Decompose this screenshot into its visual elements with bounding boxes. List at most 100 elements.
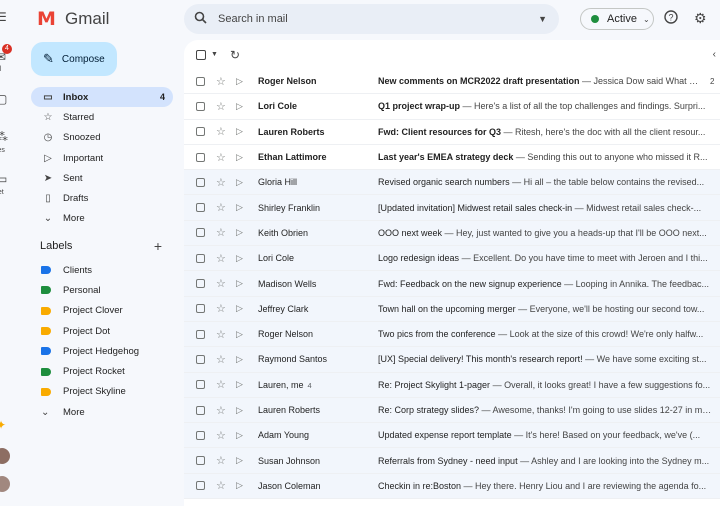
- important-icon[interactable]: ▷: [236, 278, 248, 289]
- rail-label-spaces[interactable]: ces: [0, 147, 5, 154]
- email-row[interactable]: ☆ ▷ Gloria Hill Revised organic search numb…: [184, 170, 720, 196]
- star-icon[interactable]: ☆: [216, 252, 228, 265]
- star-icon[interactable]: ☆: [216, 100, 228, 113]
- star-icon[interactable]: ☆: [216, 277, 228, 290]
- email-row[interactable]: ☆ ▷ Susan Johnson Referrals from Sydney - n…: [184, 448, 720, 474]
- search-icon[interactable]: [194, 11, 210, 27]
- email-row[interactable]: ☆ ▷ Keith Obrien OOO next week — Hey, just …: [184, 220, 720, 247]
- email-row[interactable]: ☆ ▷ Adam Young Updated expense report templ…: [184, 423, 720, 449]
- select-options-icon[interactable]: ▼: [211, 51, 218, 58]
- sidebar-item-drafts[interactable]: ▯ Drafts: [31, 188, 173, 208]
- email-row[interactable]: ☆ ▷ Ethan Lattimore Last year's EMEA strate…: [184, 145, 720, 171]
- label-item-project-rocket[interactable]: Project Rocket: [31, 361, 173, 381]
- email-row[interactable]: ☆ ▷ Lauren, me 4 Re: Project Skylight 1-page…: [184, 372, 720, 398]
- row-checkbox[interactable]: [196, 405, 205, 415]
- help-icon[interactable]: ?: [664, 10, 678, 27]
- menu-icon[interactable]: ☰: [0, 10, 14, 24]
- row-checkbox[interactable]: [196, 329, 205, 339]
- row-checkbox[interactable]: [196, 304, 205, 314]
- rail-label-mail[interactable]: ail: [0, 66, 1, 73]
- important-icon[interactable]: ▷: [236, 354, 248, 365]
- star-icon[interactable]: ☆: [216, 429, 228, 442]
- row-checkbox[interactable]: [196, 253, 205, 263]
- search-input[interactable]: Search in mail: [218, 13, 538, 25]
- star-icon[interactable]: ☆: [216, 378, 228, 391]
- search-bar[interactable]: Search in mail ▼: [184, 4, 559, 34]
- important-icon[interactable]: ▷: [236, 227, 248, 238]
- search-options-icon[interactable]: ▼: [538, 14, 547, 24]
- important-icon[interactable]: ▷: [236, 76, 248, 87]
- avatar[interactable]: [0, 476, 10, 492]
- spaces-icon[interactable]: ⁂: [0, 130, 14, 144]
- email-row[interactable]: ☆ ▷ Madison Wells Fwd: Feedback on the new …: [184, 271, 720, 297]
- row-checkbox[interactable]: [196, 76, 205, 86]
- gmail-logo[interactable]: M Gmail: [37, 8, 109, 30]
- star-icon[interactable]: ☆: [216, 353, 228, 366]
- row-checkbox[interactable]: [196, 279, 205, 289]
- select-all-checkbox[interactable]: [196, 49, 206, 60]
- status-dropdown[interactable]: Active ⌄: [580, 8, 654, 30]
- row-checkbox[interactable]: [196, 456, 205, 466]
- star-icon[interactable]: ☆: [216, 151, 228, 164]
- refresh-icon[interactable]: ↻: [230, 48, 240, 62]
- star-icon[interactable]: ☆: [216, 226, 228, 239]
- star-icon[interactable]: ☆: [216, 479, 228, 492]
- row-checkbox[interactable]: [196, 152, 205, 162]
- labels-more[interactable]: ⌄ More: [31, 402, 173, 422]
- star-icon[interactable]: ☆: [216, 176, 228, 189]
- important-icon[interactable]: ▷: [236, 455, 248, 466]
- important-icon[interactable]: ▷: [236, 253, 248, 264]
- important-icon[interactable]: ▷: [236, 405, 248, 416]
- row-checkbox[interactable]: [196, 430, 205, 440]
- email-row[interactable]: ☆ ▷ Shirley Franklin [Updated invitation] M…: [184, 195, 720, 221]
- important-icon[interactable]: ▷: [236, 152, 248, 163]
- email-row[interactable]: ☆ ▷ Lori Cole Q1 project wrap-up — Here's a…: [184, 94, 720, 120]
- important-icon[interactable]: ▷: [236, 430, 248, 441]
- star-icon[interactable]: ☆: [216, 328, 228, 341]
- star-icon[interactable]: ☆: [216, 454, 228, 467]
- important-icon[interactable]: ▷: [236, 202, 248, 213]
- important-icon[interactable]: ▷: [236, 303, 248, 314]
- add-label-icon[interactable]: +: [154, 238, 162, 254]
- row-checkbox[interactable]: [196, 228, 205, 238]
- row-checkbox[interactable]: [196, 481, 205, 491]
- row-checkbox[interactable]: [196, 101, 205, 111]
- row-checkbox[interactable]: [196, 127, 205, 137]
- sidebar-item-snoozed[interactable]: ◷ Snoozed: [31, 128, 173, 148]
- avatar[interactable]: [0, 448, 10, 464]
- sparkle-icon[interactable]: ✦: [0, 418, 14, 432]
- settings-icon[interactable]: ⚙: [694, 10, 707, 27]
- compose-button[interactable]: ✎ Compose: [31, 42, 117, 76]
- sidebar-item-sent[interactable]: ➤ Sent: [31, 168, 173, 188]
- label-item-project-dot[interactable]: Project Dot: [31, 321, 173, 341]
- email-row[interactable]: ☆ ▷ Lori Cole Logo redesign ideas — Excelle…: [184, 246, 720, 272]
- important-icon[interactable]: ▷: [236, 480, 248, 491]
- sidebar-item-starred[interactable]: ☆ Starred: [31, 107, 173, 127]
- row-checkbox[interactable]: [196, 380, 205, 390]
- sidebar-item-inbox[interactable]: ▭ Inbox 4: [31, 87, 173, 108]
- email-row[interactable]: ☆ ▷ Lauren Roberts Fwd: Client resources fo…: [184, 120, 720, 145]
- email-row[interactable]: ☆ ▷ Jeffrey Clark Town hall on the upcoming…: [184, 296, 720, 322]
- email-row[interactable]: ☆ ▷ Lauren Roberts Re: Corp strategy slides…: [184, 397, 720, 424]
- important-icon[interactable]: ▷: [236, 379, 248, 390]
- important-icon[interactable]: ▷: [236, 177, 248, 188]
- label-item-project-skyline[interactable]: Project Skyline: [31, 382, 173, 402]
- rail-label-meet[interactable]: eet: [0, 189, 4, 196]
- email-row[interactable]: ☆ ▷ Roger Nelson Two pics from the conferen…: [184, 321, 720, 348]
- star-icon[interactable]: ☆: [216, 75, 228, 88]
- star-icon[interactable]: ☆: [216, 302, 228, 315]
- sidebar-item-more[interactable]: ⌄ More: [31, 209, 173, 229]
- pagination-chevron-icon[interactable]: ‹: [713, 49, 716, 60]
- sidebar-item-important[interactable]: ▷ Important: [31, 148, 173, 168]
- row-checkbox[interactable]: [196, 203, 205, 213]
- important-icon[interactable]: ▷: [236, 101, 248, 112]
- star-icon[interactable]: ☆: [216, 125, 228, 138]
- email-row[interactable]: ☆ ▷ Raymond Santos [UX] Special delivery! T…: [184, 347, 720, 373]
- label-item-project-hedgehog[interactable]: Project Hedgehog: [31, 341, 173, 361]
- important-icon[interactable]: ▷: [236, 126, 248, 137]
- row-checkbox[interactable]: [196, 177, 205, 187]
- email-row[interactable]: ☆ ▷ Roger Nelson New comments on MCR2022 dr…: [184, 69, 720, 95]
- label-item-project-clover[interactable]: Project Clover: [31, 301, 173, 321]
- star-icon[interactable]: ☆: [216, 201, 228, 214]
- email-row[interactable]: ☆ ▷ Jason Coleman Checkin in re:Boston — He…: [184, 473, 720, 500]
